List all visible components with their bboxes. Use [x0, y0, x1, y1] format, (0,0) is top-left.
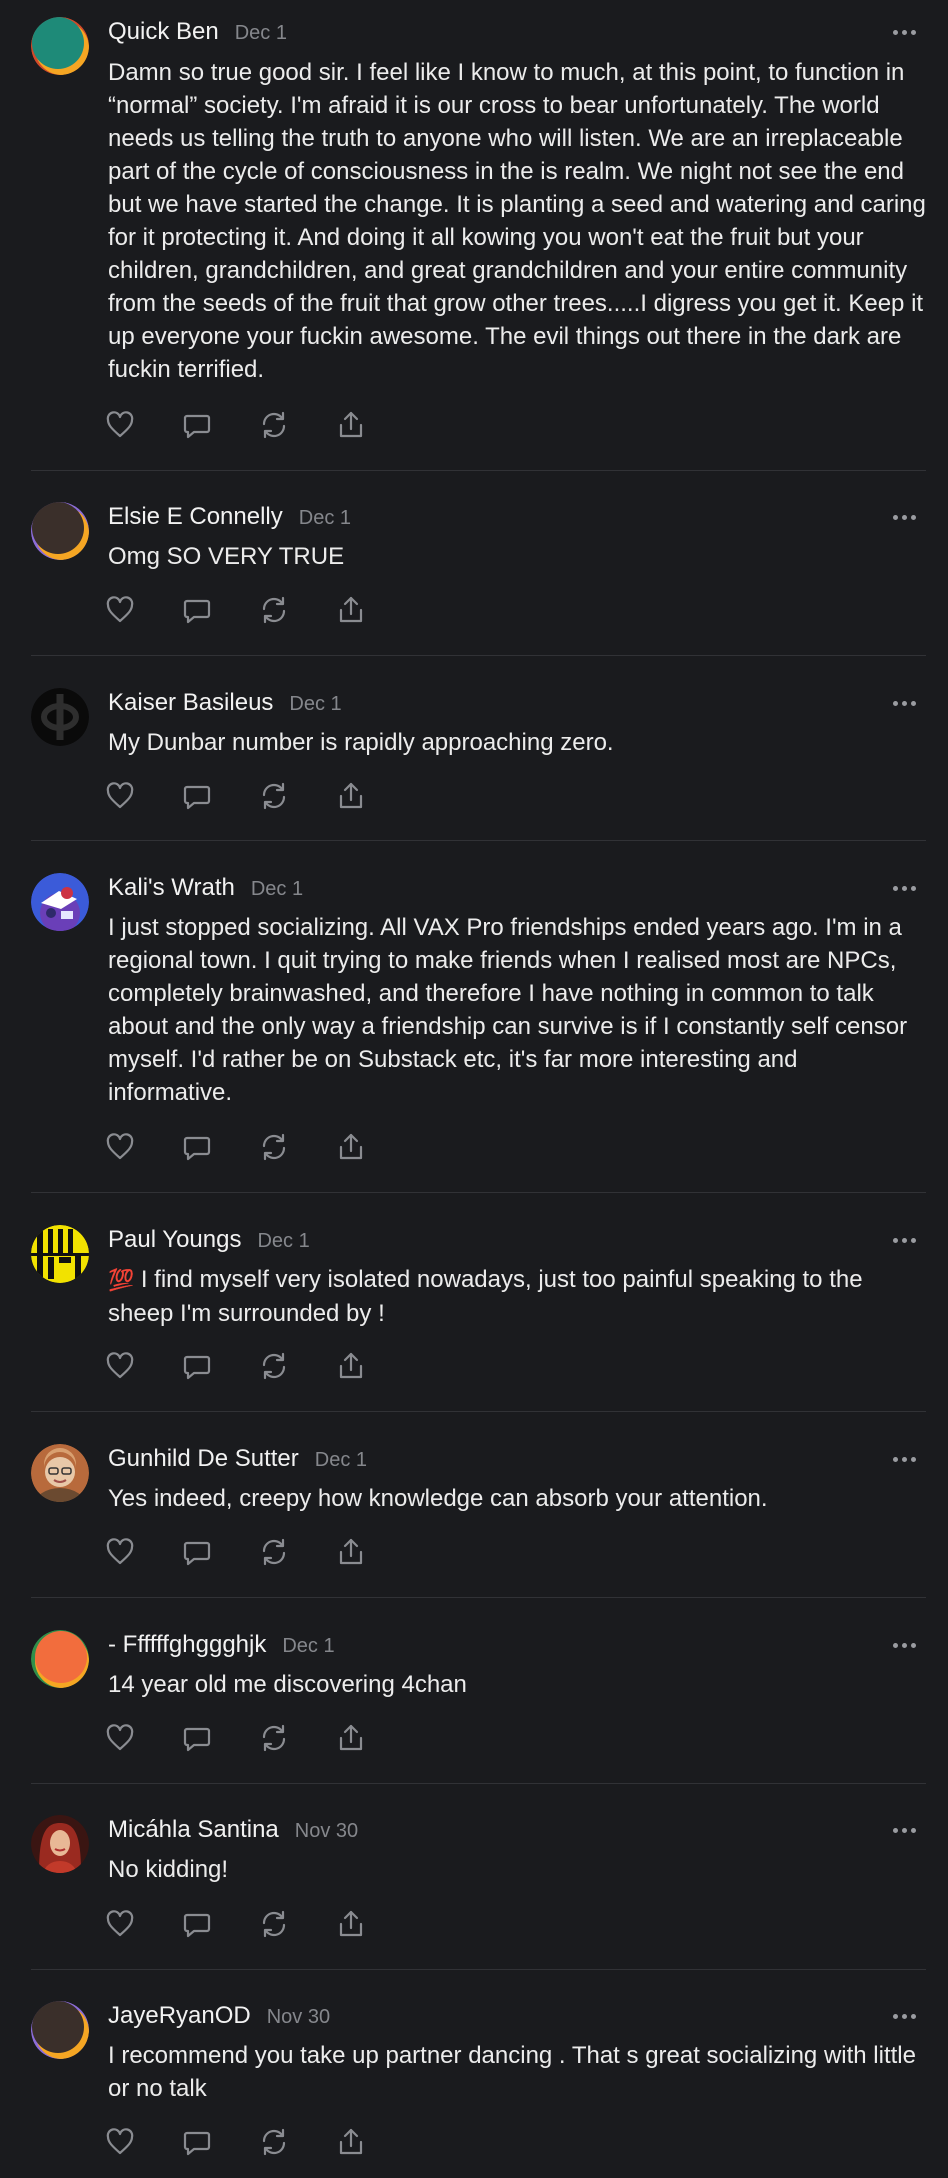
comment-text: I just stopped socializing. All VAX Pro … — [108, 914, 908, 1106]
share-icon[interactable] — [335, 1131, 367, 1163]
comment-author[interactable]: Paul Youngs — [108, 1226, 241, 1254]
share-icon[interactable] — [335, 1722, 367, 1754]
comment-text: 14 year old me discovering 4chan — [108, 1671, 467, 1698]
comment-author[interactable]: Kali's Wrath — [108, 874, 235, 902]
comment-text-content: I find myself very isolated nowadays, ju… — [108, 1266, 863, 1327]
heart-icon[interactable] — [104, 1722, 136, 1754]
comment-text: 💯 I find myself very isolated nowadays, … — [108, 1263, 928, 1330]
comment-text: Damn so true good sir. I feel like I kno… — [108, 59, 926, 383]
comment-date[interactable]: Dec 1 — [299, 507, 351, 530]
divider — [31, 840, 926, 841]
restack-icon[interactable] — [258, 1908, 290, 1940]
avatar[interactable] — [31, 688, 89, 746]
divider — [31, 470, 926, 471]
heart-icon[interactable] — [104, 2126, 136, 2158]
comment-date[interactable]: Dec 1 — [315, 1449, 367, 1472]
comment-author[interactable]: Micáhla Santina — [108, 1816, 279, 1844]
more-options-icon[interactable] — [884, 1447, 924, 1471]
comment-icon[interactable] — [181, 2126, 213, 2158]
comment-icon[interactable] — [181, 1350, 213, 1382]
comment-date[interactable]: Dec 1 — [289, 693, 341, 716]
comment-icon[interactable] — [181, 594, 213, 626]
restack-icon[interactable] — [258, 1536, 290, 1568]
comment-icon[interactable] — [181, 1908, 213, 1940]
more-options-icon[interactable] — [884, 1633, 924, 1657]
comment-icon[interactable] — [181, 1536, 213, 1568]
comment-date[interactable]: Nov 30 — [295, 1820, 358, 1843]
heart-icon[interactable] — [104, 409, 136, 441]
avatar[interactable] — [31, 1444, 89, 1502]
restack-icon[interactable] — [258, 1350, 290, 1382]
comment-icon[interactable] — [181, 1131, 213, 1163]
comment-date[interactable]: Dec 1 — [282, 1635, 334, 1658]
share-icon[interactable] — [335, 594, 367, 626]
comment-author[interactable]: Quick Ben — [108, 18, 219, 46]
comment-author[interactable]: Elsie E Connelly — [108, 503, 283, 531]
divider — [31, 655, 926, 656]
comment-icon[interactable] — [181, 1722, 213, 1754]
comment-author[interactable]: - Ffffffghggghjk — [108, 1631, 266, 1659]
avatar[interactable] — [31, 17, 89, 75]
restack-icon[interactable] — [258, 2126, 290, 2158]
heart-icon[interactable] — [104, 1131, 136, 1163]
share-icon[interactable] — [335, 2126, 367, 2158]
restack-icon[interactable] — [258, 1131, 290, 1163]
comment-icon[interactable] — [181, 780, 213, 812]
more-options-icon[interactable] — [884, 20, 924, 44]
avatar[interactable] — [31, 1815, 89, 1873]
comment-date[interactable]: Dec 1 — [257, 1230, 309, 1253]
avatar[interactable] — [31, 2001, 89, 2059]
heart-icon[interactable] — [104, 1908, 136, 1940]
avatar[interactable] — [31, 1630, 89, 1688]
avatar[interactable] — [31, 1225, 89, 1283]
divider — [31, 1411, 926, 1412]
share-icon[interactable] — [335, 1350, 367, 1382]
restack-icon[interactable] — [258, 409, 290, 441]
comment-author[interactable]: JayeRyanOD — [108, 2002, 251, 2030]
divider — [31, 1597, 926, 1598]
more-options-icon[interactable] — [884, 2004, 924, 2028]
comment-text: I recommend you take up partner dancing … — [108, 2042, 916, 2102]
comment-date[interactable]: Dec 1 — [235, 22, 287, 45]
more-options-icon[interactable] — [884, 1228, 924, 1252]
heart-icon[interactable] — [104, 1350, 136, 1382]
comment-author[interactable]: Gunhild De Sutter — [108, 1445, 299, 1473]
more-options-icon[interactable] — [884, 876, 924, 900]
restack-icon[interactable] — [258, 1722, 290, 1754]
more-options-icon[interactable] — [884, 691, 924, 715]
comment-text: No kidding! — [108, 1856, 229, 1883]
share-icon[interactable] — [335, 780, 367, 812]
more-options-icon[interactable] — [884, 505, 924, 529]
restack-icon[interactable] — [258, 780, 290, 812]
hundred-points-emoji: 💯 — [108, 1269, 135, 1292]
share-icon[interactable] — [335, 1908, 367, 1940]
comment-author[interactable]: Kaiser Basileus — [108, 689, 273, 717]
avatar[interactable] — [31, 873, 89, 931]
avatar[interactable] — [31, 502, 89, 560]
restack-icon[interactable] — [258, 594, 290, 626]
more-options-icon[interactable] — [884, 1818, 924, 1842]
comment-date[interactable]: Dec 1 — [251, 878, 303, 901]
comment-date[interactable]: Nov 30 — [267, 2006, 330, 2029]
comment-text: Omg SO VERY TRUE — [108, 543, 345, 570]
heart-icon[interactable] — [104, 1536, 136, 1568]
divider — [31, 1783, 926, 1784]
share-icon[interactable] — [335, 409, 367, 441]
heart-icon[interactable] — [104, 780, 136, 812]
comment-text: Yes indeed, creepy how knowledge can abs… — [108, 1485, 768, 1512]
comment-feed: Quick Ben Dec 1 Damn so true good sir. I… — [0, 0, 948, 2178]
comment-text: My Dunbar number is rapidly approaching … — [108, 729, 614, 756]
share-icon[interactable] — [335, 1536, 367, 1568]
divider — [31, 1192, 926, 1193]
heart-icon[interactable] — [104, 594, 136, 626]
comment-icon[interactable] — [181, 409, 213, 441]
divider — [31, 1969, 926, 1970]
